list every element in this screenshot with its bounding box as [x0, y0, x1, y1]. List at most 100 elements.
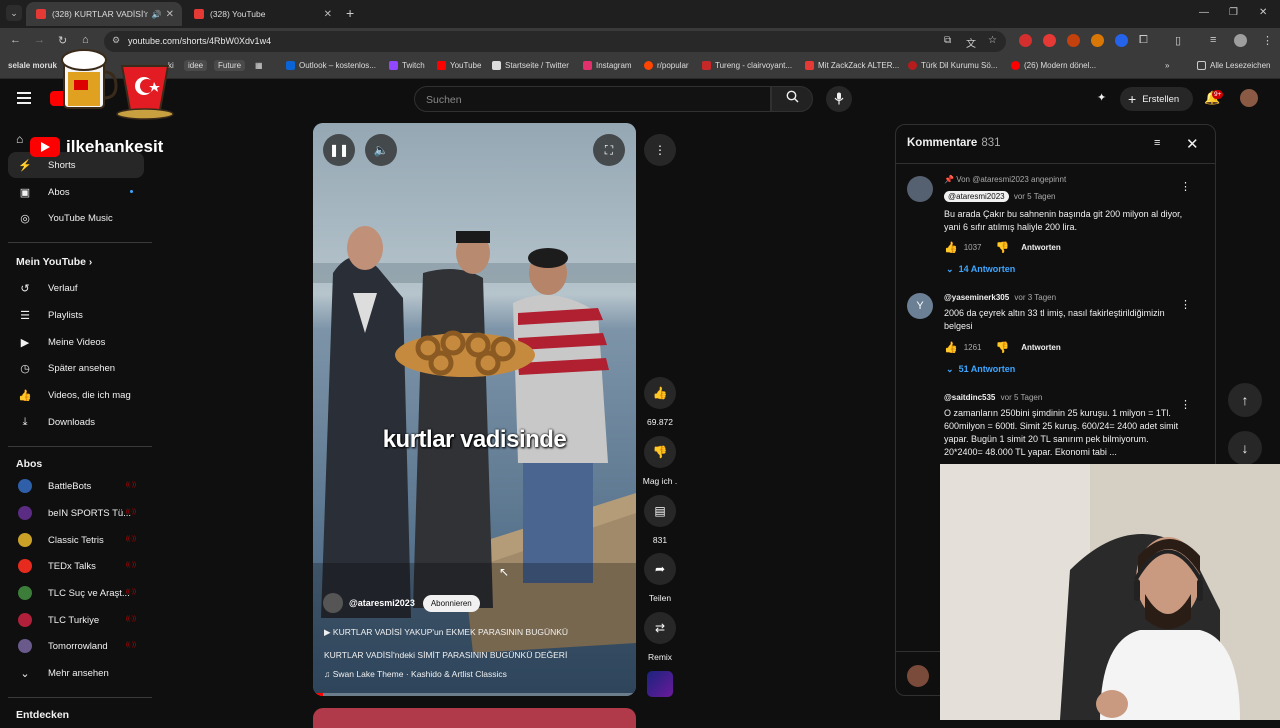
extension-icon[interactable] [1019, 34, 1032, 47]
thumbs-up-icon[interactable]: 👍 [944, 241, 958, 254]
sidebar-item-downloads[interactable]: ⤓ Downloads [8, 409, 144, 435]
tab-search-icon[interactable]: ⌄ [6, 5, 22, 21]
create-button[interactable]: + Erstellen [1120, 87, 1193, 111]
comment-author[interactable]: @saitdinc535 [944, 393, 995, 402]
extension-icon[interactable] [1115, 34, 1128, 47]
progress-bar[interactable] [313, 693, 636, 696]
close-icon[interactable]: ✕ [1186, 135, 1199, 153]
sidebar-channel[interactable]: BattleBots ((·)) [8, 473, 144, 499]
sidebar-item-watch-later[interactable]: ◷ Später ansehen [8, 355, 144, 381]
commenter-avatar[interactable]: Y [907, 293, 933, 319]
sidebar-item-liked[interactable]: 👍 Videos, die ich mag [8, 382, 144, 408]
reply-button[interactable]: Antworten [1021, 343, 1061, 352]
dislike-action[interactable]: 👎 Mag ich . [643, 436, 677, 486]
bookmark[interactable]: selale moruk [8, 61, 57, 70]
video-title[interactable]: ▶ KURTLAR VADİSİ YAKUP'un EKMEK PARASINI… [324, 627, 568, 638]
sidebar-channel[interactable]: Classic Tetris ((·)) [8, 527, 144, 553]
channel-handle[interactable]: @ataresmi2023 [349, 598, 415, 608]
bookmark-reddit[interactable]: r/popular [644, 61, 689, 70]
video-description[interactable]: KURTLAR VADİSİ'ndeki SİMİT PARASININ BUG… [324, 650, 567, 660]
profile-avatar[interactable] [1234, 34, 1247, 47]
comment-author[interactable]: @yaseminerk305 [944, 293, 1009, 302]
sidebar-channel[interactable]: TLC Turkiye ((·)) [8, 607, 144, 633]
sidebar-channel[interactable]: TLC Suç ve Araşt... ((·)) [8, 580, 144, 606]
forward-icon[interactable]: → [34, 34, 45, 46]
new-tab-button[interactable]: + [346, 6, 354, 20]
browser-tab-active[interactable]: (328) KURTLAR VADİSİ'ndeki 🔊 ✕ [26, 2, 182, 26]
comment-time[interactable]: vor 5 Tagen [1001, 393, 1043, 402]
sound-thumbnail[interactable] [647, 671, 673, 697]
account-avatar[interactable] [1240, 89, 1258, 107]
sidebar-item-playlists[interactable]: ☰ Playlists [8, 302, 144, 328]
bookmark-instagram[interactable]: Instagram [583, 61, 632, 70]
view-replies-button[interactable]: ⌄ 51 Antworten [946, 364, 1015, 375]
side-panel-icon[interactable]: ▯ [1175, 34, 1181, 47]
sidebar-channel[interactable]: TEDx Talks ((·)) [8, 553, 144, 579]
volume-button[interactable]: 🔈 [365, 134, 397, 166]
channel-avatar[interactable] [323, 593, 343, 613]
subscribe-button[interactable]: Abonnieren [422, 594, 480, 612]
close-tab-icon[interactable]: ✕ [324, 9, 332, 20]
share-action[interactable]: ➦ Teilen [644, 553, 676, 603]
thumbs-down-icon[interactable]: 👎 [996, 341, 1010, 354]
next-short-button[interactable]: ↓ [1228, 431, 1262, 465]
bookmark-tdk[interactable]: Türk Dil Kurumu Sö... [908, 61, 997, 70]
remix-action[interactable]: ⇄ Remix [644, 612, 676, 662]
sidebar-item-history[interactable]: ↺ Verlauf [8, 275, 144, 301]
bookmark-outlook[interactable]: Outlook – kostenlos... [286, 61, 376, 70]
chrome-menu-icon[interactable]: ⋮ [1262, 34, 1273, 47]
speaker-icon[interactable]: 🔊 [152, 10, 162, 19]
bookmark-twitch[interactable]: Twitch [389, 61, 425, 70]
sidebar-channel[interactable]: beIN SPORTS Tü... ((·)) [8, 500, 144, 526]
bookmark-modern[interactable]: (26) Modern dönel... [1011, 61, 1096, 70]
previous-short-button[interactable]: ↑ [1228, 383, 1262, 417]
bookmarks-overflow-icon[interactable]: » [1165, 61, 1169, 70]
bookmark-twitter[interactable]: Startseite / Twitter [492, 61, 569, 70]
voice-search-button[interactable] [826, 86, 852, 112]
apps-grid-icon[interactable]: ▦ [255, 61, 263, 70]
bookmark-youtube[interactable]: YouTube [437, 61, 481, 70]
share-icon[interactable]: ➦ [644, 553, 676, 585]
close-window-icon[interactable]: ✕ [1259, 7, 1267, 18]
comment-more-icon[interactable]: ⋮ [1180, 398, 1191, 411]
reply-button[interactable]: Antworten [1021, 243, 1061, 252]
comments-action[interactable]: ▤ 831 [644, 495, 676, 545]
extension-icon[interactable] [1067, 34, 1080, 47]
install-icon[interactable]: ⧉ [944, 35, 951, 46]
thumbs-up-icon[interactable]: 👍 [944, 341, 958, 354]
hamburger-menu-icon[interactable] [17, 92, 31, 107]
view-replies-button[interactable]: ⌄ 14 Antworten [946, 264, 1015, 275]
sidebar-item-my-videos[interactable]: ▶ Meine Videos [8, 329, 144, 355]
next-short-preview[interactable] [313, 708, 636, 728]
extensions-puzzle-icon[interactable]: ⧠ [1139, 34, 1148, 47]
more-options-button[interactable]: ⋮ [644, 134, 676, 166]
extension-icon[interactable] [1091, 34, 1104, 47]
close-tab-icon[interactable]: ✕ [166, 9, 174, 20]
sidebar-show-more[interactable]: ⌄ Mehr ansehen [8, 660, 144, 686]
like-action[interactable]: 👍 69.872 [644, 377, 676, 427]
sidebar-item-music[interactable]: ◎ YouTube Music [8, 205, 144, 231]
pause-button[interactable]: ❚❚ [323, 134, 355, 166]
sidebar-section-you[interactable]: Mein YouTube › [16, 256, 92, 268]
bookmark-zackzack[interactable]: Mit ZackZack ALTER... [805, 61, 899, 70]
search-input[interactable]: Suchen [414, 86, 771, 112]
minimize-icon[interactable]: — [1199, 7, 1209, 18]
browser-tab[interactable]: (328) YouTube ✕ [184, 2, 340, 26]
comment-icon[interactable]: ▤ [644, 495, 676, 527]
comment-time[interactable]: vor 5 Tagen [1014, 192, 1056, 201]
comment-time[interactable]: vor 3 Tagen [1014, 293, 1056, 302]
comment-more-icon[interactable]: ⋮ [1180, 298, 1191, 311]
all-bookmarks[interactable]: Alle Lesezeichen [1197, 61, 1270, 70]
bookmark[interactable]: idee [184, 60, 208, 71]
comment-author[interactable]: @ataresmi2023 [944, 191, 1009, 202]
sidebar-channel[interactable]: Tomorrowland ((·)) [8, 633, 144, 659]
shorts-player[interactable]: ❚❚ 🔈 ⛶ kurtlar vadisinde ↖ @ataresmi2023… [313, 123, 636, 696]
thumbs-up-icon[interactable]: 👍 [644, 377, 676, 409]
address-bar[interactable]: ⚙ youtube.com/shorts/4RbW0Xdv1w4 ⧉ 文 ☆ [104, 31, 1006, 52]
studio-icon[interactable]: ✦ [1097, 91, 1106, 104]
restore-icon[interactable]: ❐ [1229, 7, 1238, 18]
translate-icon[interactable]: 文 [966, 35, 976, 50]
fullscreen-button[interactable]: ⛶ [593, 134, 625, 166]
sidebar-item-subscriptions[interactable]: ▣ Abos [8, 179, 144, 205]
sort-icon[interactable]: ≡ [1154, 137, 1160, 149]
